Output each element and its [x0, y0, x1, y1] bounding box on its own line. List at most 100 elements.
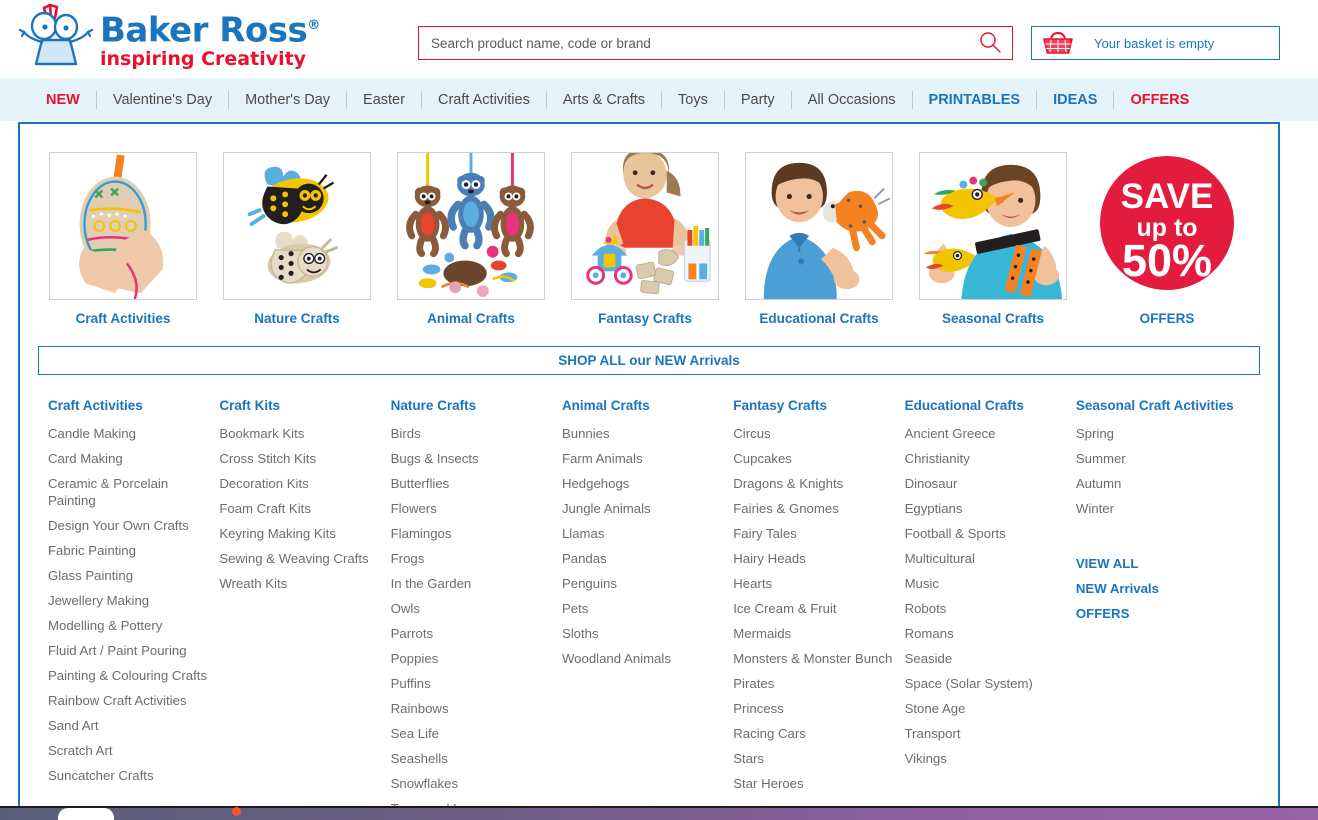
list-item[interactable]: Wreath Kits [219, 575, 378, 592]
list-item[interactable]: Princess [733, 700, 892, 717]
list-item[interactable]: Music [905, 575, 1064, 592]
nav-item-printables[interactable]: PRINTABLES [913, 90, 1037, 110]
list-item[interactable]: Hearts [733, 575, 892, 592]
list-item[interactable]: Butterflies [391, 475, 550, 492]
column-heading[interactable]: Fantasy Crafts [733, 397, 892, 415]
list-item[interactable]: Penguins [562, 575, 721, 592]
list-item[interactable]: Egyptians [905, 500, 1064, 517]
list-item[interactable]: Rainbow Craft Activities [48, 692, 207, 709]
column-heading[interactable]: Craft Kits [219, 397, 378, 415]
basket-button[interactable]: Your basket is empty [1031, 26, 1280, 60]
shop-all-new-arrivals-banner[interactable]: SHOP ALL our NEW Arrivals [38, 346, 1260, 375]
list-item[interactable]: Christianity [905, 450, 1064, 467]
list-item[interactable]: Bugs & Insects [391, 450, 550, 467]
list-item[interactable]: Spring [1076, 425, 1248, 442]
list-item[interactable]: Bunnies [562, 425, 721, 442]
list-item[interactable]: Modelling & Pottery [48, 617, 207, 634]
new-arrivals-link[interactable]: NEW Arrivals [1076, 580, 1248, 597]
list-item[interactable]: Autumn [1076, 475, 1248, 492]
list-item[interactable]: Jewellery Making [48, 592, 207, 609]
list-item[interactable]: Pets [562, 600, 721, 617]
list-item[interactable]: Decoration Kits [219, 475, 378, 492]
list-item[interactable]: Sewing & Weaving Crafts [219, 550, 378, 567]
list-item[interactable]: Dragons & Knights [733, 475, 892, 492]
nav-item-arts-and-crafts[interactable]: Arts & Crafts [547, 90, 661, 110]
list-item[interactable]: Summer [1076, 450, 1248, 467]
list-item[interactable]: Space (Solar System) [905, 675, 1064, 692]
list-item[interactable]: Parrots [391, 625, 550, 642]
nav-item-valentines-day[interactable]: Valentine's Day [97, 90, 228, 110]
list-item[interactable]: Rainbows [391, 700, 550, 717]
list-item[interactable]: Stone Age [905, 700, 1064, 717]
column-heading[interactable]: Educational Crafts [905, 397, 1064, 415]
list-item[interactable]: Foam Craft Kits [219, 500, 378, 517]
list-item[interactable]: Seashells [391, 750, 550, 767]
nav-item-craft-activities[interactable]: Craft Activities [422, 90, 546, 110]
list-item[interactable]: Birds [391, 425, 550, 442]
list-item[interactable]: Hedgehogs [562, 475, 721, 492]
list-item[interactable]: Ice Cream & Fruit [733, 600, 892, 617]
list-item[interactable]: Robots [905, 600, 1064, 617]
nav-item-easter[interactable]: Easter [347, 90, 421, 110]
list-item[interactable]: Jungle Animals [562, 500, 721, 517]
list-item[interactable]: Seaside [905, 650, 1064, 667]
list-item[interactable]: Pirates [733, 675, 892, 692]
list-item[interactable]: Sloths [562, 625, 721, 642]
list-item[interactable]: Bookmark Kits [219, 425, 378, 442]
list-item[interactable]: Puffins [391, 675, 550, 692]
list-item[interactable]: In the Garden [391, 575, 550, 592]
search-bar[interactable] [418, 26, 1013, 60]
tile-educational-crafts[interactable]: Educational Crafts [732, 152, 906, 326]
tile-seasonal-crafts[interactable]: Seasonal Crafts [906, 152, 1080, 326]
tile-craft-activities[interactable]: Craft Activities [36, 152, 210, 326]
search-button[interactable] [968, 27, 1012, 59]
tile-animal-crafts[interactable]: Animal Crafts [384, 152, 558, 326]
list-item[interactable]: Mermaids [733, 625, 892, 642]
list-item[interactable]: Circus [733, 425, 892, 442]
list-item[interactable]: Ancient Greece [905, 425, 1064, 442]
list-item[interactable]: Multicultural [905, 550, 1064, 567]
column-heading[interactable]: Nature Crafts [391, 397, 550, 415]
list-item[interactable]: Football & Sports [905, 525, 1064, 542]
list-item[interactable]: Cupcakes [733, 450, 892, 467]
list-item[interactable]: Fairy Tales [733, 525, 892, 542]
list-item[interactable]: Owls [391, 600, 550, 617]
column-heading[interactable]: Craft Activities [48, 397, 207, 415]
tile-nature-crafts[interactable]: Nature Crafts [210, 152, 384, 326]
search-input[interactable] [419, 27, 968, 59]
nav-item-all-occasions[interactable]: All Occasions [792, 90, 912, 110]
list-item[interactable]: Design Your Own Crafts [48, 517, 207, 534]
list-item[interactable]: Flamingos [391, 525, 550, 542]
nav-item-party[interactable]: Party [725, 90, 791, 110]
list-item[interactable]: Monsters & Monster Bunch [733, 650, 892, 667]
list-item[interactable]: Candle Making [48, 425, 207, 442]
list-item[interactable]: Glass Painting [48, 567, 207, 584]
tile-offers[interactable]: SAVE up to 50% OFFERS [1080, 152, 1254, 326]
list-item[interactable]: Farm Animals [562, 450, 721, 467]
nav-item-mothers-day[interactable]: Mother's Day [229, 90, 346, 110]
list-item[interactable]: Winter [1076, 500, 1248, 517]
list-item[interactable]: Stars [733, 750, 892, 767]
list-item[interactable]: Sand Art [48, 717, 207, 734]
list-item[interactable]: Pandas [562, 550, 721, 567]
nav-item-offers[interactable]: OFFERS [1114, 90, 1205, 110]
list-item[interactable]: Sea Life [391, 725, 550, 742]
site-logo[interactable]: Baker Ross® inspiring Creativity [14, 2, 320, 74]
list-item[interactable]: Scratch Art [48, 742, 207, 759]
list-item[interactable]: Fairies & Gnomes [733, 500, 892, 517]
list-item[interactable]: Fabric Painting [48, 542, 207, 559]
list-item[interactable]: Llamas [562, 525, 721, 542]
view-all-link[interactable]: VIEW ALL [1076, 555, 1248, 572]
list-item[interactable]: Dinosaur [905, 475, 1064, 492]
list-item[interactable]: Snowflakes [391, 775, 550, 792]
nav-item-toys[interactable]: Toys [662, 90, 724, 110]
list-item[interactable]: Fluid Art / Paint Pouring [48, 642, 207, 659]
list-item[interactable]: Romans [905, 625, 1064, 642]
list-item[interactable]: Keyring Making Kits [219, 525, 378, 542]
column-heading[interactable]: Animal Crafts [562, 397, 721, 415]
list-item[interactable]: Transport [905, 725, 1064, 742]
list-item[interactable]: Ceramic & Porcelain Painting [48, 475, 207, 509]
list-item[interactable]: Poppies [391, 650, 550, 667]
list-item[interactable]: Star Heroes [733, 775, 892, 792]
list-item[interactable]: Woodland Animals [562, 650, 721, 667]
